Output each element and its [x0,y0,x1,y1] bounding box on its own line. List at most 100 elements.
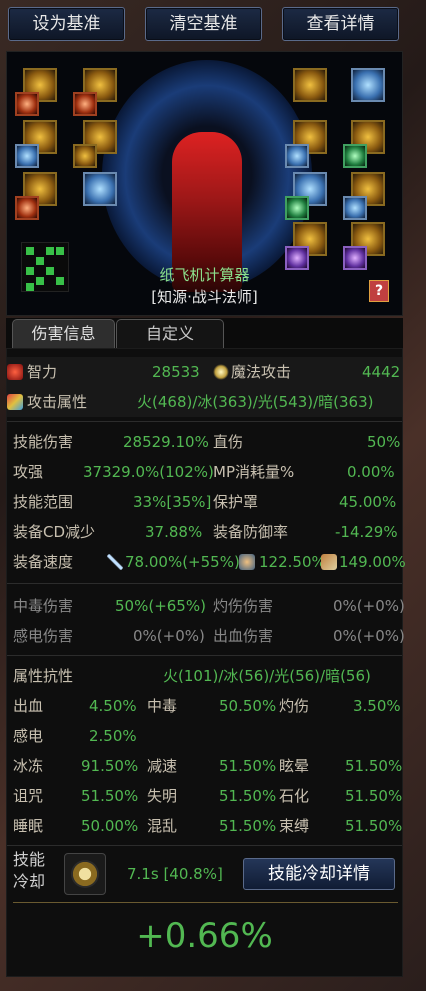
set-baseline-button[interactable]: 设为基准 [8,7,125,41]
help-book-glyph: ? [374,283,384,299]
shock-label: 感电 [13,727,44,745]
skill-range-value: 33%[35%] [133,493,212,511]
blind-label: 失明 [147,787,178,805]
equip-slot-sub-icon[interactable] [15,92,39,116]
stat-row: 攻击属性 火(468)/冰(363)/光(543)/暗(363) [7,387,402,417]
bleed-damage-value: 0%(+0%) [333,627,405,645]
attack-element-label: 攻击属性 [27,393,88,411]
cast-speed-icon [239,554,255,570]
cd-reduction-label: 装备CD减少 [13,523,96,541]
equip-slot-creature-icon[interactable] [351,68,385,102]
bleed-value: 4.50% [89,697,137,715]
tab-custom[interactable]: 自定义 [116,319,224,348]
bind-label: 束缚 [279,817,310,835]
element-icon [7,394,23,410]
move-speed-icon [321,554,337,570]
poison-damage-label: 中毒伤害 [13,597,74,615]
sleep-value: 50.00% [81,817,139,835]
skill-cd-value: 7.1s [40.8%] [127,865,223,883]
bind-value: 51.50% [345,817,403,835]
skill-cd-label-line1: 技能 [13,850,46,869]
stat-row: 属性抗性 火(101)/冰(56)/光(56)/暗(56) [7,661,402,691]
defense-rate-value: -14.29% [335,523,398,541]
curse-label: 诅咒 [13,787,44,805]
stat-row: 感电伤害 0%(+0%) 出血伤害 0%(+0%) [7,621,405,651]
stat-row: 感电 2.50% [7,721,402,751]
help-book-icon[interactable]: ? [369,280,389,302]
slow-value: 51.50% [219,757,277,775]
stat-row: 智力 28533 魔法攻击 4442 [7,357,402,387]
cast-speed-value: 122.50% [259,553,326,571]
skill-cooldown-icon[interactable] [64,853,106,895]
equip-slot-sub-icon[interactable] [15,144,39,168]
character-title: [知源·战斗法师] [151,288,258,306]
intelligence-icon [7,364,23,380]
confuse-value: 51.50% [219,817,277,835]
poison-label: 中毒 [147,697,178,715]
shock-value: 2.50% [89,727,137,745]
shield-value: 45.00% [339,493,397,511]
equip-slot-sub-icon[interactable] [285,144,309,168]
slow-label: 减速 [147,757,178,775]
equip-slot-sub-icon[interactable] [73,144,97,168]
element-resist-label: 属性抗性 [13,667,74,685]
equip-slot-ring-icon[interactable] [293,68,327,102]
skill-cd-details-button[interactable]: 技能冷却详情 [243,858,395,890]
magic-attack-icon [213,364,229,380]
skill-damage-label: 技能伤害 [13,433,74,451]
poison-damage-value: 50%(+65%) [115,597,206,615]
shock-damage-label: 感电伤害 [13,627,74,645]
damage-change-result: +0.66% [136,916,273,956]
stat-row: 装备速度 78.00%(+55%) 122.50% 149.00% [7,547,406,577]
clear-baseline-button[interactable]: 清空基准 [145,7,262,41]
stat-row: 技能范围 33%[35%] 保护罩 45.00% [7,487,402,517]
magic-attack-value: 4442 [362,363,401,381]
equip-slot-sub-icon[interactable] [343,196,367,220]
equip-slot-sub-icon[interactable] [15,196,39,220]
cd-reduction-value: 37.88% [145,523,203,541]
skill-range-label: 技能范围 [13,493,74,511]
blind-value: 51.50% [219,787,277,805]
speed-label: 装备速度 [13,553,74,571]
attack-strength-value: 37329.0%(102%) [83,463,214,481]
direct-damage-label: 直伤 [213,433,244,451]
stats-panel: 智力 28533 魔法攻击 4442 攻击属性 火(468)/冰(363)/光(… [6,348,406,977]
view-details-button[interactable]: 查看详情 [282,7,399,41]
burn-label: 灼伤 [279,697,310,715]
mp-cost-label: MP消耗量% [213,463,295,481]
equip-slot-sub-icon[interactable] [73,92,97,116]
stat-row: 出血 4.50% 中毒 50.50% 灼伤 3.50% [7,691,402,721]
equip-slot-sub-icon[interactable] [343,144,367,168]
calculator-name: 纸飞机计算器 [159,266,250,284]
shield-label: 保护罩 [213,493,259,511]
stun-label: 眩晕 [279,757,310,775]
skill-cd-label-line2: 冷却 [13,872,46,891]
shock-damage-value: 0%(+0%) [133,627,205,645]
tab-bar: 伤害信息 自定义 [6,318,403,348]
stat-row: 技能伤害 28529.10% 直伤 50% [7,427,402,457]
burn-damage-value: 0%(+0%) [333,597,405,615]
stat-row: 攻强 37329.0%(102%) MP消耗量% 0.00% [7,457,402,487]
defense-rate-label: 装备防御率 [213,523,289,541]
attack-strength-label: 攻强 [13,463,44,481]
direct-damage-value: 50% [367,433,401,451]
stat-row: 冰冻 91.50% 减速 51.50% 眩晕 51.50% [7,751,402,781]
skill-damage-value: 28529.10% [123,433,209,451]
stone-label: 石化 [279,787,310,805]
bleed-label: 出血 [13,697,44,715]
equip-slot-sub-icon[interactable] [285,196,309,220]
stone-value: 51.50% [345,787,403,805]
move-speed-value: 149.00% [339,553,406,571]
attack-element-value: 火(468)/冰(363)/光(543)/暗(363) [137,393,374,411]
stat-row: 中毒伤害 50%(+65%) 灼伤伤害 0%(+0%) [7,591,405,621]
stat-row: 睡眠 50.00% 混乱 51.50% 束缚 51.50% [7,811,402,841]
tab-damage-info[interactable]: 伤害信息 [12,319,115,348]
sleep-label: 睡眠 [13,817,44,835]
curse-value: 51.50% [81,787,139,805]
intelligence-value: 28533 [152,363,200,381]
mp-cost-value: 0.00% [347,463,395,481]
freeze-value: 91.50% [81,757,139,775]
equip-slot-pet-icon[interactable] [83,172,117,206]
magic-attack-label: 魔法攻击 [231,363,292,381]
poison-value: 50.50% [219,697,277,715]
